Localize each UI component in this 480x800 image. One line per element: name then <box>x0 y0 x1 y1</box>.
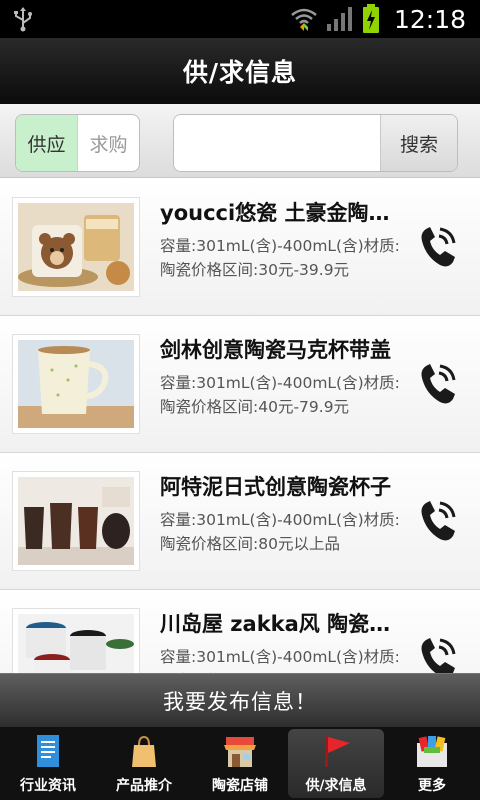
battery-icon <box>362 4 379 33</box>
list-item[interactable]: 剑林创意陶瓷马克杯带盖 容量:301mL(含)-400mL(含)材质:陶瓷价格区… <box>0 316 480 453</box>
tab-product-promo[interactable]: 产品推介 <box>96 727 192 800</box>
more-apps-icon <box>417 736 447 767</box>
product-list: youcci悠瓷 土豪金陶瓷杯 容量:301mL(含)-400mL(含)材质:陶… <box>0 179 480 673</box>
tab-more[interactable]: 更多 <box>384 727 480 800</box>
tab-label: 更多 <box>418 778 446 794</box>
product-image <box>12 608 140 673</box>
publish-button[interactable]: 我要发布信息！ <box>0 673 480 727</box>
search-input[interactable] <box>174 115 381 171</box>
wifi-icon <box>291 8 317 31</box>
search-button[interactable]: 搜索 <box>380 115 457 171</box>
item-title: 川岛屋 zakka风 陶瓷杯子 <box>160 612 410 636</box>
search-box: 搜索 <box>173 114 458 172</box>
tab-ceramic-shops[interactable]: 陶瓷店铺 <box>192 727 288 800</box>
phone-icon[interactable] <box>412 360 460 408</box>
item-desc: 容量:301mL(含)-400mL(含)材质:陶瓷价格区间:40元-79.9元 <box>160 374 400 416</box>
tab-label: 陶瓷店铺 <box>212 778 268 794</box>
usb-icon <box>14 7 32 32</box>
product-image <box>12 197 140 297</box>
filter-bar: 供应 求购 搜索 <box>0 104 480 178</box>
tab-industry-news[interactable]: 行业资讯 <box>0 727 96 800</box>
tab-label: 产品推介 <box>116 778 172 794</box>
demand-tab[interactable]: 求购 <box>77 115 139 171</box>
tab-label: 行业资讯 <box>20 778 76 794</box>
list-item[interactable]: 川岛屋 zakka风 陶瓷杯子 容量:301mL(含)-400mL(含)材质:陶… <box>0 590 480 673</box>
product-image <box>12 334 140 434</box>
list-item[interactable]: youcci悠瓷 土豪金陶瓷杯 容量:301mL(含)-400mL(含)材质:陶… <box>0 179 480 316</box>
item-title: 剑林创意陶瓷马克杯带盖 <box>160 338 391 362</box>
bottom-tab-bar: 行业资讯 产品推介 陶瓷店铺 供/求信息 更多 <box>0 727 480 800</box>
status-time: 12:18 <box>393 4 466 34</box>
page-title: 供/求信息 <box>182 58 298 87</box>
phone-icon[interactable] <box>412 223 460 271</box>
supply-tab[interactable]: 供应 <box>16 115 77 171</box>
phone-icon[interactable] <box>412 497 460 545</box>
tab-label: 供/求信息 <box>305 778 367 794</box>
item-desc: 容量:301mL(含)-400mL(含)材质:陶瓷价格区间:10元-19.9元 <box>160 648 400 673</box>
item-title: 阿特泥日式创意陶瓷杯子 <box>160 475 391 499</box>
status-bar: 12:18 <box>0 0 480 38</box>
product-image <box>12 471 140 571</box>
signal-icon <box>326 7 352 31</box>
tab-supply-demand[interactable]: 供/求信息 <box>288 729 384 798</box>
item-title: youcci悠瓷 土豪金陶瓷杯 <box>160 201 410 225</box>
publish-label: 我要发布信息！ <box>163 689 317 714</box>
phone-icon[interactable] <box>412 634 460 673</box>
list-item[interactable]: 阿特泥日式创意陶瓷杯子 容量:301mL(含)-400mL(含)材质:陶瓷价格区… <box>0 453 480 590</box>
item-desc: 容量:301mL(含)-400mL(含)材质:陶瓷价格区间:30元-39.9元 <box>160 237 400 279</box>
item-desc: 容量:301mL(含)-400mL(含)材质:陶瓷价格区间:80元以上品 <box>160 511 400 553</box>
news-document-icon <box>37 735 59 767</box>
supply-demand-toggle: 供应 求购 <box>15 114 140 172</box>
store-icon <box>224 737 256 767</box>
flag-icon <box>325 736 350 767</box>
title-bar: 供/求信息 <box>0 38 480 104</box>
shopping-bag-icon <box>132 735 156 767</box>
